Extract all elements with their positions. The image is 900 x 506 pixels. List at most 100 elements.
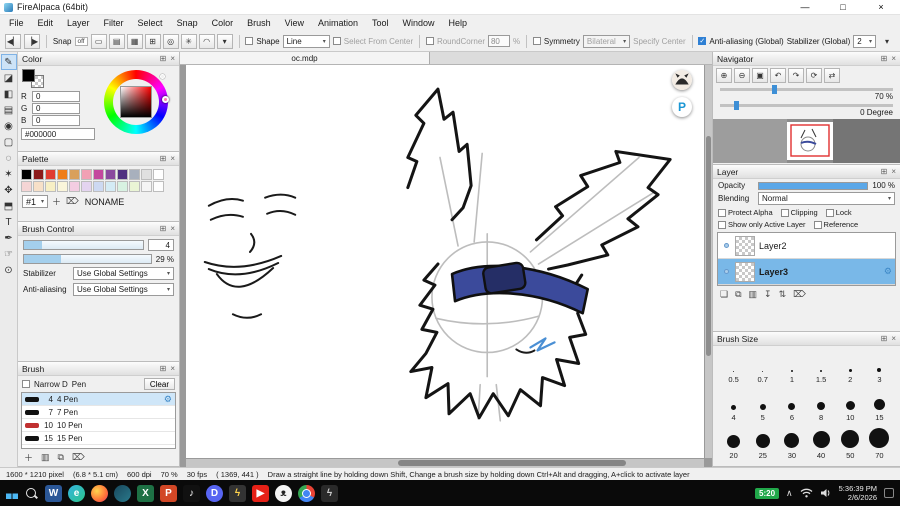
tool-move[interactable]: ✥ <box>1 182 17 198</box>
rotation-slider[interactable] <box>720 101 893 110</box>
tool-pen[interactable]: ✎ <box>0 54 17 70</box>
word-icon[interactable]: W <box>45 484 62 502</box>
layer-option-checkbox[interactable]: Show only Active Layer <box>718 220 806 229</box>
menu-item[interactable]: Edit <box>31 18 61 28</box>
tool-select-rect[interactable]: ▢ <box>1 134 17 150</box>
dock-panel-icon[interactable]: ⊞ <box>160 54 167 63</box>
youtube-icon[interactable]: ▶ <box>252 484 269 502</box>
color-wheel[interactable] <box>104 70 169 134</box>
tool-dot-pen[interactable]: ◉ <box>1 118 17 134</box>
screen-time-badge[interactable]: 5:20 <box>755 487 780 499</box>
palette-swatch[interactable] <box>81 181 92 192</box>
menu-item[interactable]: File <box>2 18 31 28</box>
brush-size-option[interactable]: 15 <box>865 386 894 422</box>
palette-swatch[interactable] <box>93 169 104 180</box>
palette-swatch[interactable] <box>57 181 68 192</box>
brush-size-option[interactable]: 2 <box>836 348 865 384</box>
checkbox[interactable] <box>718 208 726 217</box>
duplicate-brush-icon[interactable]: ⧉ <box>58 452 64 463</box>
toolbar-overflow-icon[interactable]: ▾ <box>879 34 895 49</box>
tray-chevron-icon[interactable]: ∧ <box>786 488 793 499</box>
brush-size-option[interactable]: 0.7 <box>748 348 777 384</box>
tool-eyedropper[interactable]: ✒ <box>1 230 17 246</box>
snap-parallel-icon[interactable]: ▭ <box>90 33 107 49</box>
palette-swatch[interactable] <box>69 169 80 180</box>
rotate-ccw-icon[interactable]: ↶ <box>770 68 786 83</box>
firefox-icon[interactable] <box>91 484 108 502</box>
stabilizer-global-select[interactable]: 2 ▾ <box>853 34 876 48</box>
brush-size-option[interactable]: 40 <box>806 424 835 460</box>
tool-lasso[interactable]: ◌ <box>1 150 17 166</box>
brush-list-item[interactable]: 10 10 Pen ⚙ <box>22 419 175 432</box>
brush-size-option[interactable]: 10 <box>836 386 865 422</box>
foreground-color-swatch[interactable] <box>22 69 35 82</box>
saturation-value-square[interactable] <box>120 86 152 118</box>
merge-down-icon[interactable]: ↧ <box>764 289 772 300</box>
zoom-slider[interactable] <box>720 85 893 94</box>
layer-opacity-slider[interactable] <box>758 181 869 190</box>
brush-size-option[interactable]: 8 <box>806 386 835 422</box>
collapse-left-panel-icon[interactable]: ◀▏ <box>5 33 21 49</box>
brush-size-option[interactable]: 3 <box>865 348 894 384</box>
excel-icon[interactable]: X <box>137 484 154 502</box>
rotation-slider-knob[interactable] <box>733 101 739 110</box>
layer-visibility-toggle[interactable] <box>721 243 731 248</box>
dock-panel-icon[interactable]: ⊞ <box>160 154 167 163</box>
brush-size-option[interactable]: 0.5 <box>719 348 748 384</box>
new-layer-icon[interactable]: ❏ <box>720 289 728 300</box>
palette-swatch[interactable] <box>33 181 44 192</box>
reorder-layer-icon[interactable]: ⇅ <box>779 289 787 300</box>
powerpoint-icon[interactable]: P <box>160 484 177 502</box>
brush-size-option[interactable]: 70 <box>865 424 894 460</box>
tiktok-icon[interactable]: ♪ <box>183 484 200 502</box>
tool-bucket[interactable]: ◧ <box>1 86 17 102</box>
collapse-right-panel-icon[interactable]: ▕▶ <box>24 33 40 49</box>
dock-panel-icon[interactable]: ⊞ <box>881 54 888 63</box>
lightning2-icon[interactable]: ϟ <box>321 484 338 502</box>
brush-size-option[interactable]: 6 <box>777 386 806 422</box>
palette-swatch[interactable] <box>69 181 80 192</box>
layer-option-checkbox[interactable]: Reference <box>813 220 858 229</box>
delete-layer-icon[interactable]: ⌦ <box>793 289 806 300</box>
close-panel-icon[interactable]: × <box>891 167 896 176</box>
palette-swatch[interactable] <box>21 169 32 180</box>
close-panel-icon[interactable]: × <box>891 54 896 63</box>
menu-item[interactable]: Tool <box>365 18 396 28</box>
hscroll-thumb[interactable] <box>398 460 627 466</box>
checkbox[interactable] <box>245 37 254 45</box>
vertical-scrollbar[interactable] <box>705 65 712 458</box>
palette-page-select[interactable]: #1 ▾ <box>22 195 49 208</box>
close-button[interactable]: × <box>862 0 900 14</box>
narrow-down-checkbox[interactable] <box>22 380 30 388</box>
brush-list-item[interactable]: 4 4 Pen ⚙ <box>22 393 175 406</box>
fit-window-icon[interactable]: ▣ <box>752 68 768 83</box>
menu-item[interactable]: View <box>278 18 311 28</box>
maximize-button[interactable]: □ <box>824 0 862 14</box>
layer-row[interactable]: Layer3 ⚙ <box>718 259 895 285</box>
snap-grid-icon[interactable]: ▦ <box>126 33 143 49</box>
menu-item[interactable]: Layer <box>60 18 97 28</box>
anti-aliasing-select[interactable]: Use Global Settings ▾ <box>73 283 174 296</box>
minimize-button[interactable]: — <box>786 0 824 14</box>
chrome-icon[interactable] <box>298 484 315 502</box>
palette-swatch[interactable] <box>117 181 128 192</box>
volume-icon[interactable] <box>820 488 832 498</box>
delete-brush-icon[interactable]: ⌦ <box>72 452 85 463</box>
flip-view-icon[interactable]: ⇄ <box>824 68 840 83</box>
tool-transform[interactable]: ⬒ <box>1 198 17 214</box>
menu-item[interactable]: Select <box>131 18 170 28</box>
document-tab[interactable]: oc.mdp <box>180 52 430 64</box>
green-value-field[interactable]: 0 <box>32 103 80 114</box>
dock-panel-icon[interactable]: ⊞ <box>881 167 888 176</box>
tool-gradient[interactable]: ▤ <box>1 102 17 118</box>
brush-size-option[interactable]: 50 <box>836 424 865 460</box>
new-folder-icon[interactable]: ▥ <box>749 289 758 300</box>
layer-visibility-toggle[interactable] <box>721 269 731 274</box>
lightning-icon[interactable]: ϟ <box>229 484 246 502</box>
checkbox[interactable] <box>425 37 434 45</box>
palette-swatch[interactable] <box>45 181 56 192</box>
horizontal-scrollbar[interactable] <box>186 459 704 467</box>
checkbox[interactable] <box>532 37 541 45</box>
palette-swatch[interactable] <box>141 169 152 180</box>
wifi-icon[interactable] <box>800 488 813 498</box>
